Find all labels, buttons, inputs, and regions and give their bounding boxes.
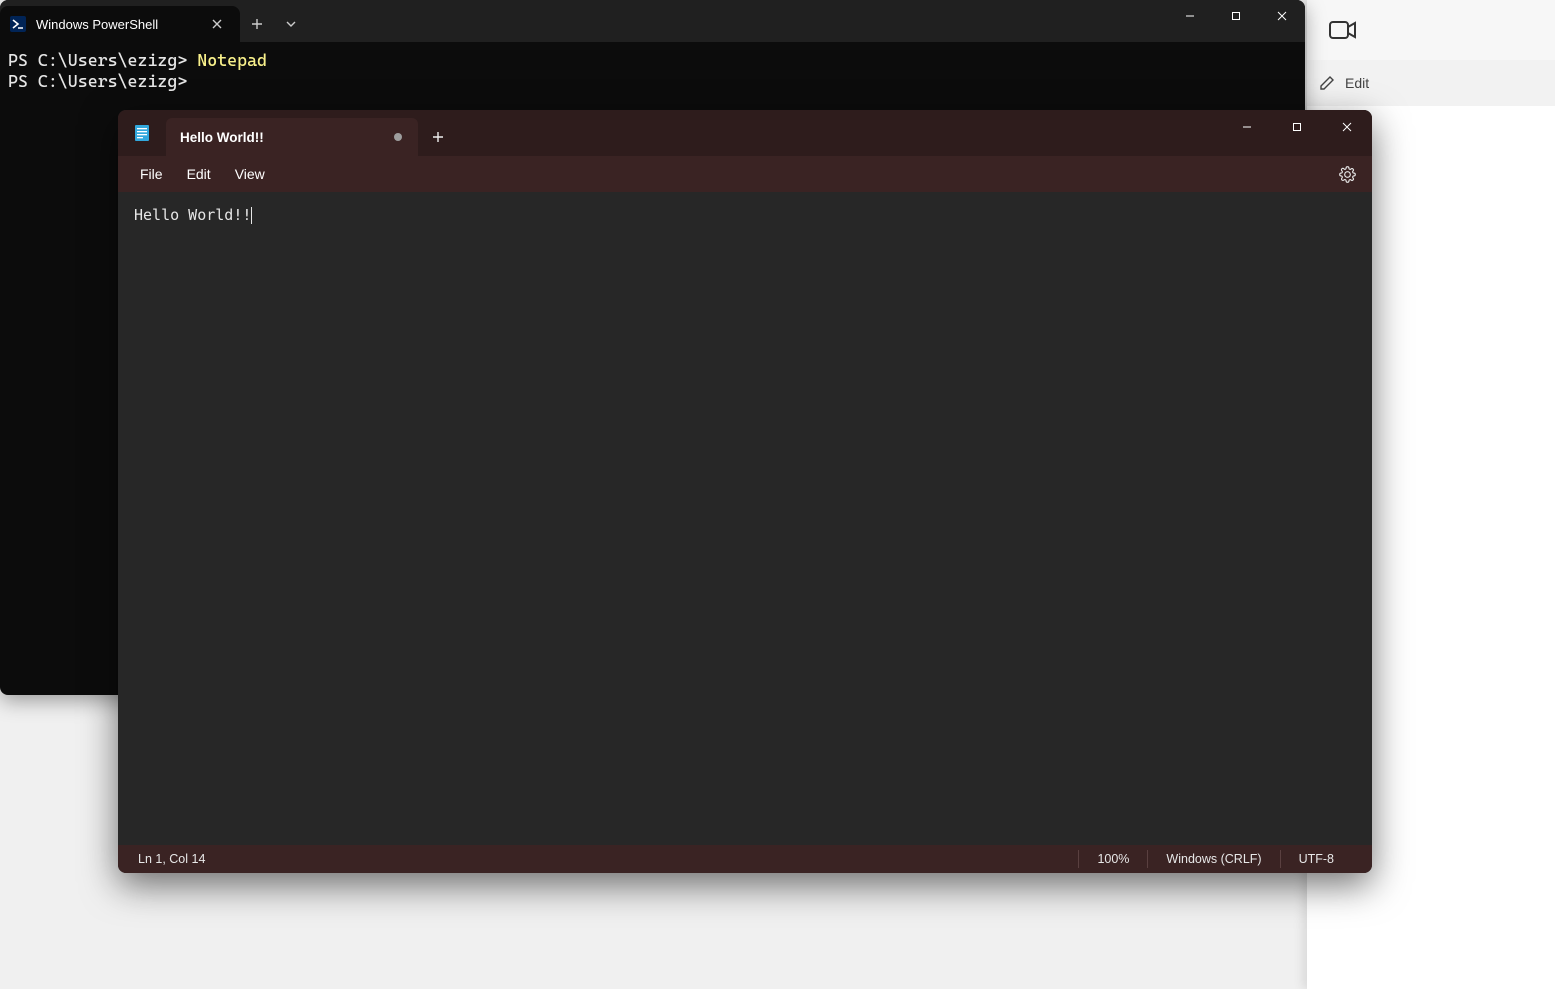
menu-file[interactable]: File <box>128 160 175 188</box>
notepad-close-button[interactable] <box>1322 110 1372 144</box>
menu-edit[interactable]: Edit <box>175 160 223 188</box>
notepad-app-icon <box>118 110 166 156</box>
background-window-titlebar <box>1307 0 1555 60</box>
notepad-text-editor[interactable]: Hello World!! <box>118 192 1372 845</box>
camera-icon <box>1329 19 1357 41</box>
notepad-tab-title: Hello World!! <box>180 130 264 145</box>
powershell-tab[interactable]: Windows PowerShell <box>0 6 240 42</box>
powershell-new-tab-button[interactable] <box>240 6 274 42</box>
notepad-tab[interactable]: Hello World!! <box>166 118 418 156</box>
powershell-minimize-button[interactable] <box>1167 0 1213 32</box>
notepad-titlebar-drag[interactable] <box>458 110 1222 156</box>
notepad-window: Hello World!! File Edit View <box>118 110 1372 873</box>
text-cursor-icon <box>251 207 252 224</box>
powershell-icon <box>10 16 26 32</box>
gear-icon <box>1339 166 1356 183</box>
background-window-toolbar: Edit <box>1307 60 1555 106</box>
notepad-minimize-button[interactable] <box>1222 110 1272 144</box>
status-encoding[interactable]: UTF-8 <box>1280 850 1352 868</box>
pencil-icon <box>1319 75 1335 91</box>
notepad-new-tab-button[interactable] <box>418 118 458 156</box>
prompt-text: PS C:\Users\ezizg> <box>8 71 197 91</box>
edit-label[interactable]: Edit <box>1345 75 1369 91</box>
powershell-tab-title: Windows PowerShell <box>36 17 158 32</box>
powershell-maximize-button[interactable] <box>1213 0 1259 32</box>
notepad-titlebar[interactable]: Hello World!! <box>118 110 1372 156</box>
unsaved-changes-indicator-icon <box>394 133 402 141</box>
command-text: Notepad <box>197 50 267 70</box>
editor-content: Hello World!! <box>134 206 251 224</box>
notepad-menubar: File Edit View <box>118 156 1372 192</box>
prompt-text: PS C:\Users\ezizg> <box>8 50 197 70</box>
powershell-tab-dropdown-button[interactable] <box>274 6 308 42</box>
powershell-tab-close-button[interactable] <box>208 15 226 33</box>
status-zoom[interactable]: 100% <box>1078 850 1147 868</box>
powershell-titlebar-drag[interactable] <box>308 0 1167 42</box>
powershell-close-button[interactable] <box>1259 0 1305 32</box>
settings-button[interactable] <box>1332 159 1362 189</box>
menu-view[interactable]: View <box>223 160 277 188</box>
notepad-maximize-button[interactable] <box>1272 110 1322 144</box>
status-line-ending[interactable]: Windows (CRLF) <box>1147 850 1279 868</box>
status-cursor-position: Ln 1, Col 14 <box>138 850 223 868</box>
powershell-titlebar[interactable]: Windows PowerShell <box>0 0 1305 42</box>
notepad-statusbar: Ln 1, Col 14 100% Windows (CRLF) UTF-8 <box>118 845 1372 873</box>
